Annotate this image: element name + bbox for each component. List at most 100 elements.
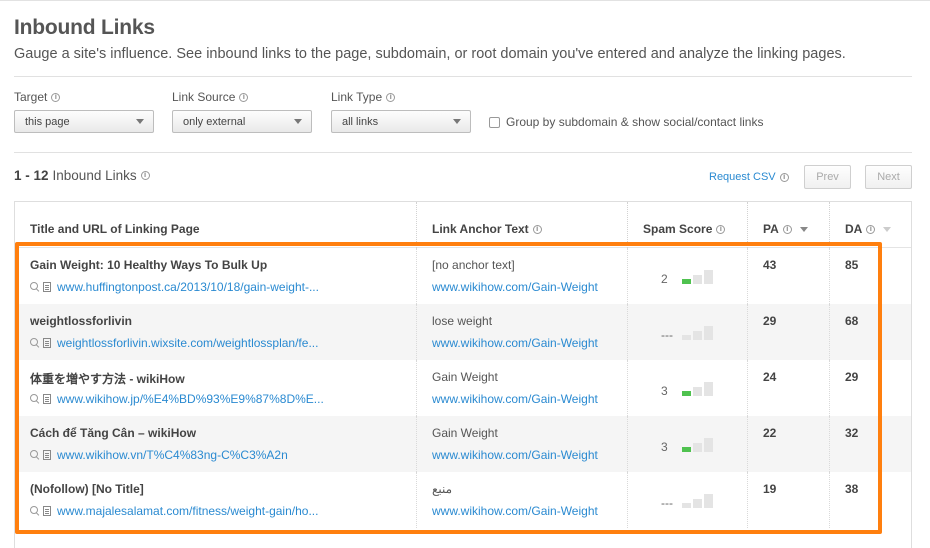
document-icon[interactable] [43,282,51,292]
spam-score: 2 [661,272,668,286]
spam-score: 3 [661,384,668,398]
target-url[interactable]: www.wikihow.com/Gain-Weight [432,280,598,294]
linking-page-url[interactable]: weightlossforlivin.wixsite.com/weightlos… [57,336,318,350]
page-authority: 19 [763,482,777,496]
group-by-subdomain-checkbox[interactable] [489,116,500,128]
page-authority: 43 [763,258,777,272]
page-subtitle: Gauge a site's influence. See inbound li… [14,46,846,62]
spam-score: --- [661,496,673,510]
document-icon[interactable] [43,338,51,348]
sort-desc-icon[interactable] [799,226,808,232]
linking-page-url[interactable]: www.wikihow.jp/%E4%BD%93%E9%87%8D%E... [57,392,324,406]
spam-score-bars [682,436,714,452]
anchor-text: Gain Weight [432,426,498,440]
target-filter: Target i this page [14,90,154,133]
results-label: Inbound Links [52,168,137,183]
target-select-value: this page [25,115,70,128]
document-icon[interactable] [43,394,51,404]
request-csv-link[interactable]: Request CSV i [709,171,789,183]
table-row: Cách để Tăng Cân – wikiHow www.wikihow.v… [15,416,911,472]
anchor-cell: [no anchor text] www.wikihow.com/Gain-We… [416,248,627,304]
spam-bar [704,494,713,508]
target-url[interactable]: www.wikihow.com/Gain-Weight [432,336,598,350]
spam-bar [682,391,691,396]
pa-cell: 22 [747,416,829,472]
spam-bar [704,382,713,396]
spam-bar [693,387,702,396]
link-source-select-value: only external [183,115,246,128]
spam-bar [704,438,713,452]
document-icon[interactable] [43,506,51,516]
column-header-spam[interactable]: Spam Score i [627,202,747,248]
chevron-down-icon [294,119,302,124]
group-by-subdomain-toggle[interactable]: Group by subdomain & show social/contact… [489,115,763,129]
info-icon[interactable]: i [51,92,61,102]
column-header-anchor[interactable]: Link Anchor Text i [416,202,627,248]
column-header-title-url[interactable]: Title and URL of Linking Page [30,202,200,248]
search-icon[interactable] [30,338,40,348]
spam-score: --- [661,328,673,342]
page-authority: 22 [763,426,777,440]
info-icon[interactable]: i [386,92,396,102]
info-icon[interactable]: i [239,92,249,102]
search-icon[interactable] [30,450,40,460]
results-range: 1 - 12 [14,168,49,183]
link-type-select[interactable]: all links [331,110,471,133]
column-header-da[interactable]: DA i [829,202,911,248]
pa-cell: 43 [747,248,829,304]
info-icon[interactable]: i [779,172,789,182]
link-source-filter: Link Source i only external [172,90,312,133]
title-url-cell: 体重を増やす方法 - wikiHow www.wikihow.jp/%E4%BD… [15,360,416,416]
domain-authority: 68 [845,314,859,328]
spam-score: 3 [661,440,668,454]
spam-bar [693,499,702,508]
spam-cell: 2 [627,248,747,304]
info-icon[interactable]: i [140,171,150,180]
results-count: 1 - 12 Inbound Links i [14,168,150,183]
target-url[interactable]: www.wikihow.com/Gain-Weight [432,392,598,406]
document-icon[interactable] [43,450,51,460]
title-url-cell: Gain Weight: 10 Healthy Ways To Bulk Up … [15,248,416,304]
spam-bar [682,447,691,452]
search-icon[interactable] [30,282,40,292]
domain-authority: 85 [845,258,859,272]
spam-cell: 3 [627,360,747,416]
spam-score-bars [682,324,714,340]
info-icon[interactable]: i [782,224,792,234]
anchor-cell: Gain Weight www.wikihow.com/Gain-Weight [416,360,627,416]
domain-authority: 38 [845,482,859,496]
search-icon[interactable] [30,506,40,516]
spam-bar [682,503,691,508]
target-url[interactable]: www.wikihow.com/Gain-Weight [432,504,598,518]
column-header-pa[interactable]: PA i [747,202,829,248]
spam-cell: --- [627,472,747,528]
link-source-select[interactable]: only external [172,110,312,133]
title-url-cell: (Nofollow) [No Title] www.majalesalamat.… [15,472,416,528]
request-csv-label: Request CSV [709,171,776,183]
prev-button[interactable]: Prev [804,165,851,189]
spam-bar [682,335,691,340]
sort-desc-icon[interactable] [883,226,892,232]
linking-page-url[interactable]: www.huffingtonpost.ca/2013/10/18/gain-we… [57,280,319,294]
info-icon[interactable]: i [866,224,876,234]
chevron-down-icon [136,119,144,124]
spam-bar [693,275,702,284]
pa-cell: 24 [747,360,829,416]
title-url-cell: weightlossforlivin weightlossforlivin.wi… [15,304,416,360]
spam-bar [704,326,713,340]
spam-bar [704,270,713,284]
target-url[interactable]: www.wikihow.com/Gain-Weight [432,448,598,462]
spam-cell: --- [627,304,747,360]
pa-cell: 29 [747,304,829,360]
spam-bar [682,279,691,284]
anchor-text: [no anchor text] [432,258,515,272]
linking-page-url[interactable]: www.wikihow.vn/T%C4%83ng-C%C3%A2n [57,448,288,462]
search-icon[interactable] [30,394,40,404]
target-select[interactable]: this page [14,110,154,133]
info-icon[interactable]: i [716,224,726,234]
info-icon[interactable]: i [532,224,542,234]
spam-score-bars [682,380,714,396]
linking-page-url[interactable]: www.majalesalamat.com/fitness/weight-gai… [57,504,318,518]
anchor-cell: Gain Weight www.wikihow.com/Gain-Weight [416,416,627,472]
next-button[interactable]: Next [865,165,912,189]
